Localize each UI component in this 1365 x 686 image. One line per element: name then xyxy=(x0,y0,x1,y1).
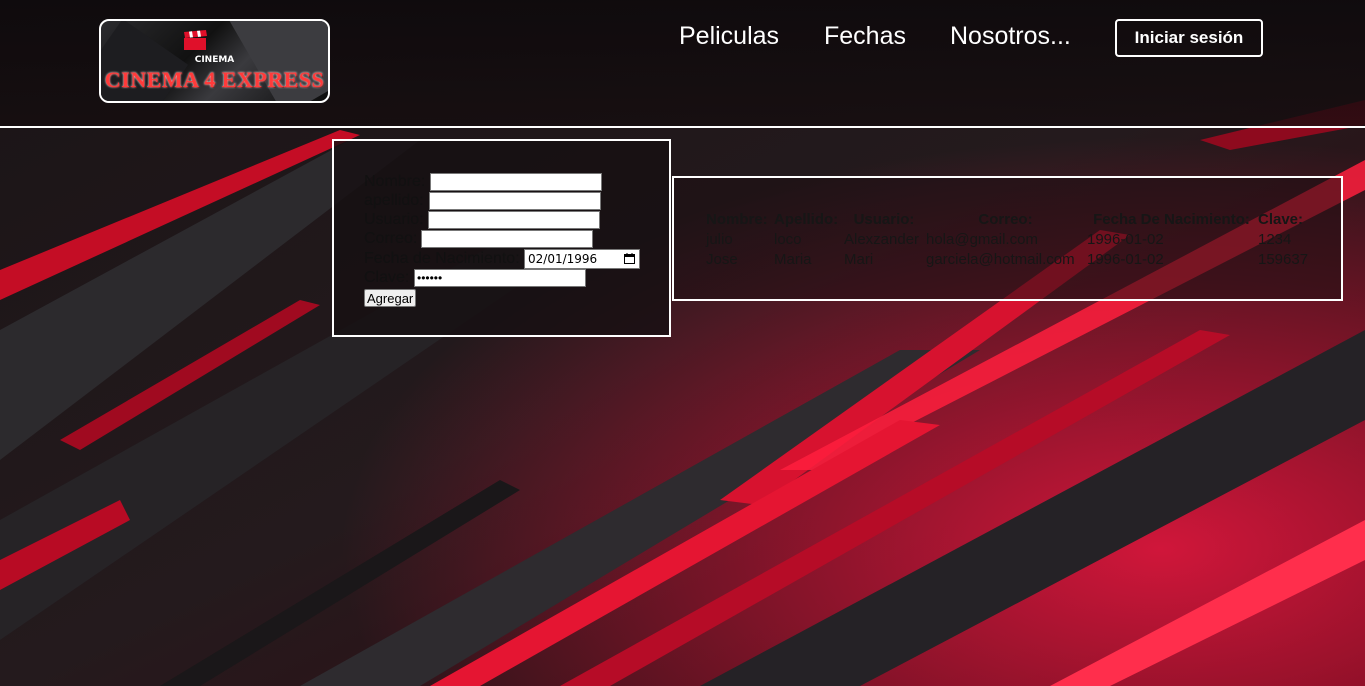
logo-small-text: CINEMA xyxy=(194,55,235,65)
calendar-icon[interactable] xyxy=(624,253,635,264)
nav-nosotros-link[interactable]: Nosotros... xyxy=(950,22,1071,51)
table-header-row: Nombre: Apellido: Usuario: Correo: Fecha… xyxy=(706,209,1316,229)
correo-label: Correo: xyxy=(364,230,418,247)
fecha-row: Fecha de Nacimiento: xyxy=(364,250,520,269)
nav-fechas-link[interactable]: Fechas xyxy=(824,22,906,51)
nombre-row: Nombre: xyxy=(364,173,602,192)
table-row: Jose Maria Mari garciela@hotmail.com 199… xyxy=(706,249,1316,269)
usuario-row: Usuario: xyxy=(364,211,600,230)
nombre-label: Nombre: xyxy=(364,173,426,190)
cell-fecha: 1996-01-02 xyxy=(1087,230,1164,248)
header-bar: CINEMA CINEMA 4 EXPRESS Peliculas Fechas… xyxy=(0,0,1365,128)
nav-peliculas-link[interactable]: Peliculas xyxy=(679,22,779,51)
logo[interactable]: CINEMA CINEMA 4 EXPRESS xyxy=(99,19,330,103)
cell-usuario: Alexzander xyxy=(844,230,920,248)
clave-row: Clave: xyxy=(364,269,586,288)
cell-nombre: julio xyxy=(706,230,733,248)
col-header-nombre: Nombre: xyxy=(706,210,768,228)
cell-clave: 1234 xyxy=(1258,230,1292,248)
table-row: julio loco Alexzander hola@gmail.com 199… xyxy=(706,229,1316,249)
users-table-panel: Nombre: Apellido: Usuario: Correo: Fecha… xyxy=(672,176,1343,301)
clave-input[interactable] xyxy=(414,269,586,287)
col-header-fecha: Fecha De Nacimiento: xyxy=(1093,210,1250,228)
cell-apellido: loco xyxy=(774,230,802,248)
apellido-label: apellido: xyxy=(364,192,424,209)
cell-clave: 159637 xyxy=(1258,250,1309,268)
fecha-label: Fecha de Nacimiento: xyxy=(364,250,520,267)
users-table: Nombre: Apellido: Usuario: Correo: Fecha… xyxy=(706,209,1316,269)
fecha-date-input[interactable]: 02/01/1996 xyxy=(524,249,640,269)
cell-nombre: Jose xyxy=(706,250,738,268)
col-header-usuario: Usuario: xyxy=(853,210,915,228)
cell-correo: hola@gmail.com xyxy=(926,230,1038,248)
nombre-input[interactable] xyxy=(430,173,602,191)
col-header-correo: Correo: xyxy=(978,210,1033,228)
usuario-label: Usuario: xyxy=(364,211,424,228)
user-form: Nombre: apellido: Usuario: Correo: Fecha… xyxy=(332,139,671,337)
login-button[interactable]: Iniciar sesión xyxy=(1115,19,1263,57)
cell-usuario: Mari xyxy=(844,250,874,268)
cell-fecha: 1996-01-02 xyxy=(1087,250,1164,268)
clave-label: Clave: xyxy=(364,269,410,286)
apellido-row: apellido: xyxy=(364,192,601,211)
correo-row: Correo: xyxy=(364,230,593,249)
logo-title: CINEMA 4 EXPRESS xyxy=(104,67,325,92)
cell-correo: garciela@hotmail.com xyxy=(926,250,1075,268)
col-header-clave: Clave: xyxy=(1258,210,1304,228)
clapperboard-icon xyxy=(184,30,207,50)
col-header-apellido: Apellido: xyxy=(774,210,839,228)
correo-input[interactable] xyxy=(421,230,593,248)
cell-apellido: Maria xyxy=(774,250,812,268)
agregar-button[interactable]: Agregar xyxy=(364,289,417,307)
fecha-value: 02/01/1996 xyxy=(528,252,598,266)
apellido-input[interactable] xyxy=(429,192,601,210)
usuario-input[interactable] xyxy=(428,211,600,229)
